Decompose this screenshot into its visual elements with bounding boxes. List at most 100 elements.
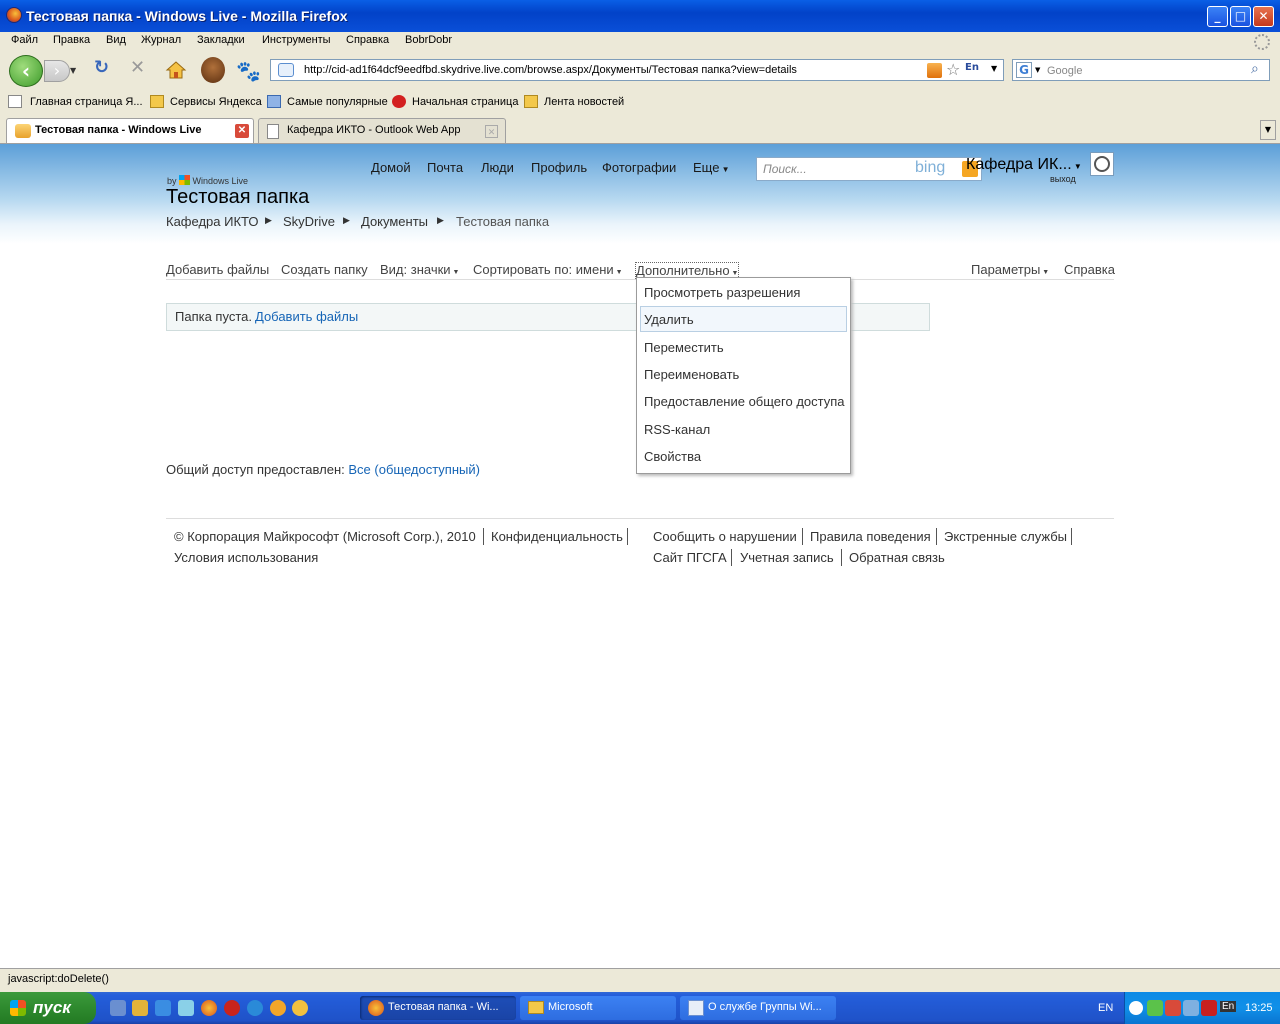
close-tab-icon[interactable]: ✕ [485, 125, 498, 138]
menu-edit[interactable]: Правка [53, 34, 90, 46]
menu-history[interactable]: Журнал [141, 34, 181, 46]
nav-profile[interactable]: Профиль [531, 160, 587, 175]
sharing-link[interactable]: Все (общедоступный) [348, 462, 480, 477]
site-identity-icon[interactable] [278, 63, 294, 77]
menu-rename[interactable]: Переименовать [644, 367, 739, 382]
menu-move[interactable]: Переместить [644, 340, 724, 355]
tray-app-icon[interactable] [1165, 1000, 1181, 1016]
sort-menu[interactable]: Сортировать по: имени ▼ [473, 262, 623, 277]
url-text[interactable]: http://cid-ad1f64dcf9eedfbd.skydrive.liv… [304, 64, 797, 76]
menu-share[interactable]: Предоставление общего доступа [644, 394, 845, 409]
close-window-button[interactable]: ✕ [1253, 6, 1274, 27]
paw-icon[interactable]: 🐾 [236, 59, 261, 83]
bookmark-star-icon[interactable]: ☆ [946, 60, 960, 79]
tray-network-icon[interactable] [1183, 1000, 1199, 1016]
bookmark-yandex-home[interactable]: Главная страница Я... [8, 95, 143, 108]
menu-delete[interactable]: Удалить [644, 312, 694, 327]
bobrdobr-icon[interactable] [201, 57, 225, 83]
menu-view-permissions[interactable]: Просмотреть разрешения [644, 285, 800, 300]
menu-file[interactable]: Файл [11, 34, 38, 46]
footer-feedback[interactable]: Обратная связь [849, 550, 945, 565]
nav-photos[interactable]: Фотографии [602, 160, 676, 175]
quicklaunch-firefox-icon[interactable] [201, 1000, 217, 1016]
menu-rss[interactable]: RSS-канал [644, 422, 710, 437]
language-indicator[interactable]: En [965, 62, 979, 73]
menu-bobrdobr[interactable]: BobrDobr [405, 34, 452, 46]
tray-antivirus-icon[interactable] [1201, 1000, 1217, 1016]
forward-button[interactable]: › [44, 60, 70, 82]
bookmark-start-page[interactable]: Начальная страница [392, 95, 518, 108]
empty-add-files-link[interactable]: Добавить файлы [255, 309, 358, 324]
task-help[interactable]: О службе Группы Wi... [680, 996, 836, 1020]
breadcrumb-documents[interactable]: Документы [361, 214, 428, 229]
quicklaunch-app-icon[interactable] [132, 1000, 148, 1016]
menu-tools[interactable]: Инструменты [262, 34, 331, 46]
bookmark-news-feed[interactable]: Лента новостей [524, 95, 624, 108]
engine-dropdown-icon[interactable]: ▼ [1035, 66, 1040, 74]
close-tab-icon[interactable]: ✕ [235, 124, 249, 138]
window-titlebar[interactable]: Тестовая папка - Windows Live - Mozilla … [0, 0, 1280, 32]
view-menu[interactable]: Вид: значки ▼ [380, 262, 459, 277]
empty-folder-text: Папка пуста. [175, 309, 252, 324]
tray-language-icon[interactable]: En [1220, 1001, 1237, 1012]
footer-report[interactable]: Сообщить о нарушении [653, 529, 797, 544]
menu-help[interactable]: Справка [346, 34, 389, 46]
avatar[interactable] [1090, 152, 1114, 176]
menu-view[interactable]: Вид [106, 34, 126, 46]
user-name[interactable]: Кафедра ИК... ▼ [966, 156, 1082, 174]
quicklaunch-app-icon[interactable] [155, 1000, 171, 1016]
add-files-button[interactable]: Добавить файлы [166, 262, 269, 277]
tray-app-icon[interactable] [1147, 1000, 1163, 1016]
quicklaunch-app-icon[interactable] [178, 1000, 194, 1016]
search-icon[interactable]: ⌕ [1251, 61, 1259, 77]
bookmark-yandex-services[interactable]: Сервисы Яндекса [150, 95, 262, 108]
signout-link[interactable]: выход [1050, 174, 1076, 184]
quicklaunch-media-icon[interactable] [270, 1000, 286, 1016]
google-engine-icon[interactable]: G [1016, 62, 1032, 78]
footer-terms[interactable]: Условия использования [174, 550, 318, 565]
footer-conduct[interactable]: Правила поведения [810, 529, 931, 544]
back-button[interactable]: ‹ [9, 55, 43, 87]
params-menu[interactable]: Параметры ▼ [971, 262, 1049, 277]
menu-properties[interactable]: Свойства [644, 449, 701, 464]
url-bar[interactable]: http://cid-ad1f64dcf9eedfbd.skydrive.liv… [270, 59, 1004, 81]
task-firefox[interactable]: Тестовая папка - Wi... [360, 996, 516, 1020]
help-link[interactable]: Справка [1064, 262, 1115, 277]
history-dropdown-icon[interactable]: ▼ [70, 66, 76, 75]
keyboard-language[interactable]: EN [1098, 1002, 1113, 1014]
windows-live-logo[interactable]: by Windows Live [167, 175, 248, 186]
breadcrumb-skydrive[interactable]: SkyDrive [283, 214, 335, 229]
quicklaunch-ie-icon[interactable] [247, 1000, 263, 1016]
quicklaunch-opera-icon[interactable] [224, 1000, 240, 1016]
menu-bookmarks[interactable]: Закладки [197, 34, 245, 46]
minimize-button[interactable]: _ [1207, 6, 1228, 27]
tray-collapse-icon[interactable] [1129, 1001, 1143, 1015]
all-tabs-dropdown[interactable]: ▼ [1260, 120, 1276, 140]
footer-account[interactable]: Учетная запись [740, 550, 834, 565]
footer-emergency[interactable]: Экстренные службы [944, 529, 1067, 544]
nav-people[interactable]: Люди [481, 160, 514, 175]
web-search-box[interactable]: G ▼ Google ⌕ [1012, 59, 1270, 81]
tab-skydrive[interactable]: Тестовая папка - Windows Live ✕ [6, 118, 254, 143]
quicklaunch-messenger-icon[interactable] [292, 1000, 308, 1016]
maximize-button[interactable]: □ [1230, 6, 1251, 27]
reload-icon[interactable]: ↻ [94, 57, 109, 78]
stop-icon[interactable]: ✕ [130, 57, 145, 78]
breadcrumb-owner[interactable]: Кафедра ИКТО [166, 214, 259, 229]
footer-copyright: © Корпорация Майкрософт (Microsoft Corp.… [174, 529, 476, 544]
nav-more[interactable]: Еще ▼ [693, 160, 730, 175]
tab-outlook[interactable]: Кафедра ИКТО - Outlook Web App ✕ [258, 118, 506, 143]
bookmark-most-popular[interactable]: Самые популярные [267, 95, 388, 108]
home-icon[interactable] [165, 60, 187, 80]
footer-site[interactable]: Сайт ПГСГА [653, 550, 727, 565]
create-folder-button[interactable]: Создать папку [281, 262, 368, 277]
start-button[interactable]: пуск [0, 992, 96, 1024]
nav-mail[interactable]: Почта [427, 160, 463, 175]
live-search-box[interactable]: Поиск... bing [756, 157, 982, 181]
quicklaunch-desktop-icon[interactable] [110, 1000, 126, 1016]
rss-feed-icon[interactable] [927, 63, 942, 78]
footer-privacy[interactable]: Конфиденциальность [491, 529, 623, 544]
task-explorer[interactable]: Microsoft [520, 996, 676, 1020]
url-dropdown-icon[interactable]: ▼ [991, 64, 997, 73]
nav-home[interactable]: Домой [371, 160, 411, 175]
